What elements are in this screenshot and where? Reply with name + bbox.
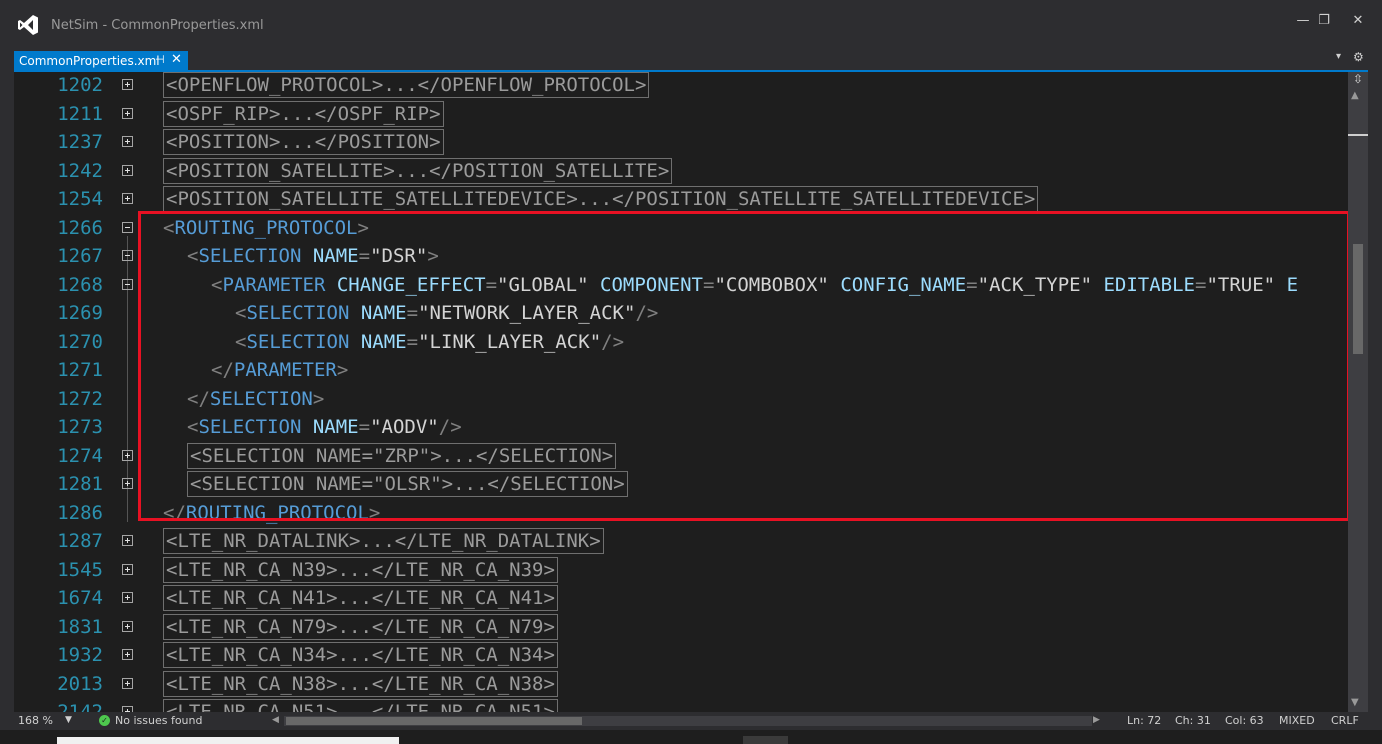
tab-label: CommonProperties.xml	[19, 54, 160, 68]
vertical-scroll-thumb[interactable]	[1353, 244, 1363, 354]
close-window-button[interactable]: ✕	[1344, 10, 1372, 32]
line-number: 1932	[57, 644, 103, 666]
zoom-level[interactable]: 168 %	[18, 714, 53, 727]
expand-icon[interactable]	[122, 592, 133, 603]
visual-studio-logo-icon	[18, 15, 38, 35]
highlight-annotation-box	[138, 211, 1350, 521]
expand-icon[interactable]	[122, 164, 133, 176]
code-line[interactable]: 1932 <LTE_NR_CA_N34>...</LTE_NR_CA_N34>	[14, 641, 1348, 669]
code-line[interactable]: 1674 <LTE_NR_CA_N41>...</LTE_NR_CA_N41>	[14, 584, 1348, 612]
collapsed-region[interactable]: <OSPF_RIP>...</OSPF_RIP>	[163, 100, 444, 127]
code-line[interactable]: 1211 <OSPF_RIP>...</OSPF_RIP>	[14, 100, 1348, 128]
scroll-right-arrow-icon[interactable]: ▶	[1093, 715, 1100, 725]
window-title: NetSim - CommonProperties.xml	[51, 18, 264, 33]
line-number: 1274	[57, 444, 103, 467]
collapsed-region[interactable]: <OPENFLOW_PROTOCOL>...</OPENFLOW_PROTOCO…	[163, 72, 650, 98]
code-line[interactable]: 1242 <POSITION_SATELLITE>...</POSITION_SA…	[14, 157, 1348, 185]
collapsed-region[interactable]: <POSITION_SATELLITE>...</POSITION_SATELL…	[163, 157, 673, 184]
document-tab-strip	[0, 48, 1382, 70]
line-ending-mode[interactable]: CRLF	[1331, 714, 1359, 727]
expand-icon[interactable]	[122, 136, 133, 147]
line-number: 1242	[57, 159, 103, 182]
check-icon: ✓	[99, 715, 110, 726]
whitespace-mode[interactable]: MIXED	[1279, 714, 1315, 727]
line-number: 1271	[57, 359, 103, 381]
line-number: 1270	[57, 330, 103, 353]
code-line[interactable]: 2013 <LTE_NR_CA_N38>...</LTE_NR_CA_N38>	[14, 670, 1348, 698]
line-number: 1272	[57, 387, 103, 410]
collapse-icon[interactable]	[122, 278, 133, 290]
code-line[interactable]: 1237 <POSITION>...</POSITION>	[14, 128, 1348, 156]
close-tab-icon[interactable]: ✕	[171, 52, 182, 67]
line-number: 1273	[57, 416, 103, 438]
char-indicator: Ch: 31	[1175, 714, 1211, 727]
line-indicator: Ln: 72	[1127, 714, 1162, 727]
line-number: 1545	[57, 558, 103, 581]
line-number: 1269	[57, 302, 103, 324]
expand-icon[interactable]	[122, 649, 133, 660]
collapse-icon[interactable]	[122, 250, 133, 261]
split-window-icon[interactable]: ⇳	[1351, 72, 1365, 86]
expand-icon[interactable]	[122, 449, 133, 461]
collapsed-region[interactable]: <LTE_NR_CA_N79>...</LTE_NR_CA_N79>	[163, 613, 558, 640]
line-number: 1211	[57, 102, 103, 125]
code-line[interactable]: 2142 <LTE_NR_CA_N51>...</LTE_NR_CA_N51>	[14, 698, 1348, 712]
scroll-position-marker	[1348, 134, 1368, 136]
code-line[interactable]: 1202 <OPENFLOW_PROTOCOL>...</OPENFLOW_PRO…	[14, 72, 1348, 99]
line-number: 1202	[57, 74, 103, 96]
pin-tab-icon[interactable]: ⊣	[155, 53, 165, 66]
vertical-scrollbar[interactable]	[1348, 72, 1368, 712]
expand-icon[interactable]	[122, 677, 133, 689]
code-line[interactable]: 1545 <LTE_NR_CA_N39>...</LTE_NR_CA_N39>	[14, 556, 1348, 584]
horizontal-scroll-thumb[interactable]	[286, 717, 582, 725]
line-number: 1287	[57, 530, 103, 552]
collapsed-region[interactable]: <LTE_NR_DATALINK>...</LTE_NR_DATALINK>	[163, 528, 604, 554]
line-number: 1237	[57, 131, 103, 153]
scroll-down-arrow-icon[interactable]: ▼	[1351, 697, 1359, 708]
line-number: 1254	[57, 188, 103, 210]
gear-icon[interactable]: ⚙	[1353, 50, 1364, 64]
taskbar-input-area	[57, 737, 399, 744]
issues-status[interactable]: No issues found	[115, 714, 202, 727]
expand-icon[interactable]	[122, 478, 133, 489]
expand-icon[interactable]	[122, 79, 133, 90]
taskbar-item	[743, 736, 788, 744]
line-number: 2142	[57, 701, 103, 712]
line-number: 2013	[57, 672, 103, 695]
collapsed-region[interactable]: <LTE_NR_CA_N51>...</LTE_NR_CA_N51>	[163, 699, 558, 712]
expand-icon[interactable]	[122, 107, 133, 119]
collapse-icon[interactable]	[122, 221, 133, 233]
code-line[interactable]: 1287 <LTE_NR_DATALINK>...</LTE_NR_DATALIN…	[14, 527, 1348, 555]
restore-button[interactable]: ❐	[1310, 10, 1338, 32]
code-line[interactable]: 1254 <POSITION_SATELLITE_SATELLITEDEVICE>…	[14, 185, 1348, 213]
code-line[interactable]: 1831 <LTE_NR_CA_N79>...</LTE_NR_CA_N79>	[14, 613, 1348, 641]
zoom-dropdown-icon[interactable]: ▼	[65, 715, 72, 725]
collapsed-region[interactable]: <POSITION_SATELLITE_SATELLITEDEVICE>...<…	[163, 186, 1039, 212]
scroll-up-arrow-icon[interactable]: ▲	[1351, 90, 1359, 101]
expand-icon[interactable]	[122, 535, 133, 546]
column-indicator: Col: 63	[1225, 714, 1264, 727]
collapsed-region[interactable]: <POSITION>...</POSITION>	[163, 129, 444, 155]
scroll-left-arrow-icon[interactable]: ◀	[272, 715, 279, 725]
collapsed-region[interactable]: <LTE_NR_CA_N39>...</LTE_NR_CA_N39>	[163, 556, 558, 583]
tab-list-dropdown-icon[interactable]: ▾	[1336, 51, 1341, 62]
line-number: 1268	[57, 273, 103, 296]
tab-commonproperties-xml[interactable]: CommonProperties.xml ⊣ ✕	[14, 51, 188, 71]
editor-status-bar: 168 % ▼ ✓ No issues found ◀ ▶ Ln: 72 Ch:…	[14, 712, 1368, 730]
line-number: 1674	[57, 587, 103, 609]
line-number: 1831	[57, 615, 103, 638]
line-number: 1267	[57, 245, 103, 267]
collapsed-region[interactable]: <LTE_NR_CA_N34>...</LTE_NR_CA_N34>	[163, 642, 558, 668]
line-number: 1286	[57, 501, 103, 524]
line-number: 1281	[57, 473, 103, 495]
line-number: 1266	[57, 216, 103, 239]
collapsed-region[interactable]: <LTE_NR_CA_N38>...</LTE_NR_CA_N38>	[163, 670, 558, 697]
expand-icon[interactable]	[122, 193, 133, 204]
expand-icon[interactable]	[122, 620, 133, 632]
expand-icon[interactable]	[122, 563, 133, 575]
collapsed-region[interactable]: <LTE_NR_CA_N41>...</LTE_NR_CA_N41>	[163, 585, 558, 611]
